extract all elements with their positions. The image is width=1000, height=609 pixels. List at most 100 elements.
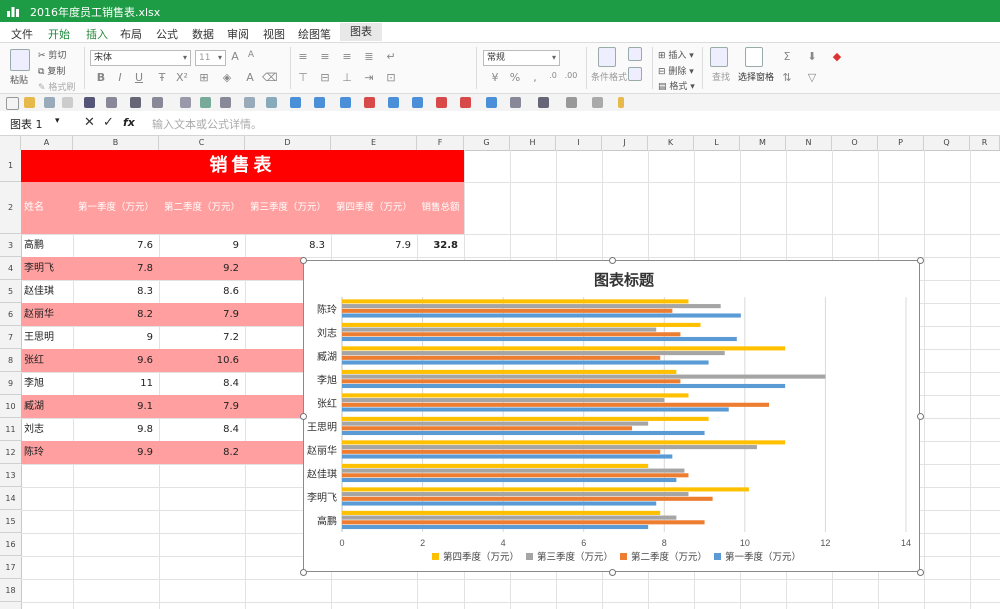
undo-icon[interactable]	[44, 97, 55, 108]
formula-input[interactable]: 输入文本或公式详情。	[152, 116, 262, 132]
column-chart-icon[interactable]	[290, 97, 301, 108]
row-header[interactable]: 10	[0, 395, 21, 418]
value-cell[interactable]: 8.6	[159, 280, 239, 303]
function-icon[interactable]: fx	[123, 116, 135, 129]
superscript-icon[interactable]: X²	[175, 71, 189, 84]
paste-icon[interactable]	[10, 49, 30, 71]
eraser-icon[interactable]: ◆	[830, 50, 844, 63]
number-format-select[interactable]: 常规	[483, 50, 560, 66]
name-cell[interactable]: 赵丽华	[24, 303, 73, 326]
align-justify-icon[interactable]: ≣	[362, 50, 376, 63]
strikethrough-icon[interactable]: Ŧ	[155, 71, 169, 84]
name-cell[interactable]: 刘志	[24, 418, 73, 441]
menu-view[interactable]: 视图	[263, 26, 285, 42]
align-right-icon[interactable]: ≡	[340, 50, 354, 63]
thousands-icon[interactable]: ,	[528, 71, 542, 84]
indent-icon[interactable]: ⇥	[362, 71, 376, 84]
column-header[interactable]: A	[21, 136, 73, 150]
value-cell[interactable]: 8.2	[159, 441, 239, 464]
font-name-select[interactable]: 宋体	[90, 50, 191, 66]
symbol-icon[interactable]	[538, 97, 549, 108]
value-cell[interactable]: 9.2	[159, 257, 239, 280]
row-header[interactable]: 6	[0, 303, 21, 326]
row-header[interactable]: 1	[0, 150, 21, 182]
format-painter-button[interactable]: ✎ 格式刷	[38, 80, 75, 93]
open-folder-icon[interactable]	[24, 97, 35, 108]
bar-chart[interactable]: 图表标题 0 2 4 6 8 10 12 14 高鹏 李明飞 赵佳琪 赵丽华 王思明 张红 李旭 臧湖 刘志 陈玲第…	[303, 260, 920, 572]
cut-button[interactable]: ✂ 剪切	[38, 48, 66, 61]
header-cell[interactable]: 姓名	[24, 182, 73, 234]
align-bottom-icon[interactable]: ⊥	[340, 71, 354, 84]
value-cell[interactable]: 7.9	[159, 303, 239, 326]
column-header[interactable]: D	[245, 136, 331, 150]
row-header[interactable]: 9	[0, 372, 21, 395]
format-cells-button[interactable]: ▤ 格式 ▾	[658, 79, 695, 92]
name-cell[interactable]: 张红	[24, 349, 73, 372]
name-cell[interactable]: 王思明	[24, 326, 73, 349]
merge-icon[interactable]: ⊡	[384, 71, 398, 84]
cell-style-icon[interactable]	[628, 67, 642, 81]
column-header[interactable]: Q	[924, 136, 970, 150]
name-cell[interactable]: 李明飞	[24, 257, 73, 280]
row-header[interactable]: 2	[0, 182, 21, 234]
header-cell[interactable]: 第三季度（万元）	[245, 182, 331, 234]
screenshot-icon[interactable]	[220, 97, 231, 108]
table-icon[interactable]	[180, 97, 191, 108]
redo-icon[interactable]	[62, 97, 73, 108]
value-cell[interactable]: 8.2	[73, 303, 153, 326]
value-cell[interactable]: 9.8	[73, 418, 153, 441]
row-header[interactable]: 8	[0, 349, 21, 372]
align-center-icon[interactable]: ≡	[318, 50, 332, 63]
resize-handle[interactable]	[917, 413, 924, 420]
increase-font-icon[interactable]: A	[228, 50, 242, 63]
border-icon[interactable]: ⊞	[197, 71, 211, 84]
resize-handle[interactable]	[300, 569, 307, 576]
column-header[interactable]: F	[417, 136, 464, 150]
column-header[interactable]: J	[602, 136, 648, 150]
decrease-font-icon[interactable]: A	[244, 50, 258, 60]
pointer-icon[interactable]	[152, 97, 163, 108]
value-cell[interactable]: 7.6	[73, 234, 153, 257]
sum-icon[interactable]: Σ	[780, 50, 794, 63]
scatter-chart-icon[interactable]	[436, 97, 447, 108]
resize-handle[interactable]	[917, 257, 924, 264]
column-header[interactable]: O	[832, 136, 878, 150]
table-style-icon[interactable]	[628, 47, 642, 61]
email-icon[interactable]	[106, 97, 117, 108]
value-cell[interactable]: 7.2	[159, 326, 239, 349]
insert-cells-button[interactable]: ⊞ 插入 ▾	[658, 48, 694, 61]
menu-formulas[interactable]: 公式	[156, 26, 178, 42]
column-header[interactable]: G	[464, 136, 510, 150]
value-cell[interactable]: 7.9	[159, 395, 239, 418]
bar-chart-icon[interactable]	[314, 97, 325, 108]
resize-handle[interactable]	[608, 569, 616, 576]
wrap-text-icon[interactable]: ↵	[384, 50, 398, 63]
toolbar-more-icon[interactable]	[618, 97, 624, 108]
decimal-decrease-icon[interactable]: .00	[564, 71, 578, 80]
find-label[interactable]: 查找	[712, 70, 730, 83]
row-header[interactable]: 7	[0, 326, 21, 349]
print-icon[interactable]	[130, 97, 141, 108]
paste-label[interactable]: 粘贴	[10, 73, 28, 86]
column-header[interactable]: B	[73, 136, 159, 150]
name-box-dropdown-icon[interactable]: ▾	[55, 116, 60, 126]
column-header[interactable]: C	[159, 136, 245, 150]
value-cell[interactable]: 11	[73, 372, 153, 395]
select-all-corner[interactable]	[0, 136, 21, 150]
value-cell[interactable]: 8.3	[73, 280, 153, 303]
column-header[interactable]: P	[878, 136, 924, 150]
menu-home[interactable]: 开始	[46, 26, 72, 47]
row-header[interactable]: 18	[0, 579, 21, 602]
clear-format-icon[interactable]: ⌫	[262, 71, 278, 84]
object-icon[interactable]	[592, 97, 603, 108]
value-cell[interactable]: 9.1	[73, 395, 153, 418]
header-cell[interactable]: 第一季度（万元）	[73, 182, 159, 234]
textbox-icon[interactable]	[510, 97, 521, 108]
column-header[interactable]: M	[740, 136, 786, 150]
fill-color-icon[interactable]: ◈	[220, 71, 234, 84]
name-cell[interactable]: 陈玲	[24, 441, 73, 464]
save-icon[interactable]	[84, 97, 95, 108]
area-chart-icon[interactable]	[412, 97, 423, 108]
value-cell[interactable]: 10.6	[159, 349, 239, 372]
column-header[interactable]: N	[786, 136, 832, 150]
